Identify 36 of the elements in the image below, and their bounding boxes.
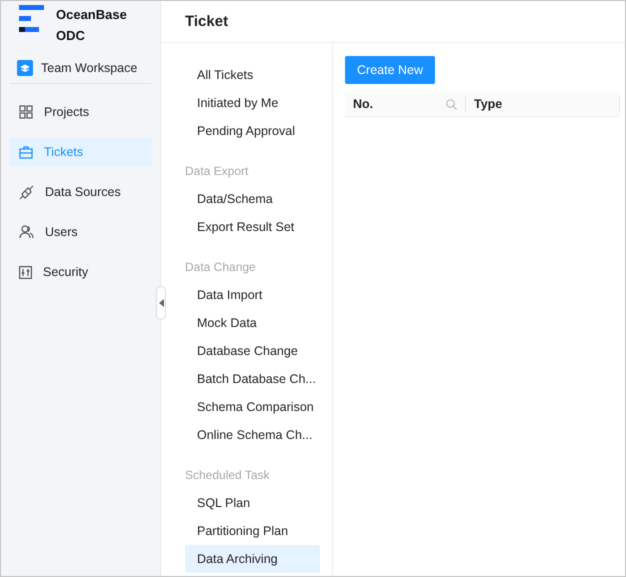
menu-item[interactable]: Partitioning Plan bbox=[185, 517, 320, 545]
product-name: OceanBase bbox=[56, 7, 127, 22]
menu-item[interactable]: Pending Approval bbox=[185, 117, 320, 145]
nav-item[interactable]: Data Sources bbox=[10, 178, 152, 206]
menu-item[interactable]: Online Schema Ch... bbox=[185, 421, 320, 449]
group-heading: Data Change bbox=[185, 260, 256, 274]
group-heading: Data Export bbox=[185, 164, 248, 178]
menu-item[interactable]: All Tickets bbox=[185, 61, 320, 89]
menu-item[interactable]: Batch Database Ch... bbox=[185, 365, 320, 393]
menu-item[interactable]: Mock Data bbox=[185, 309, 320, 337]
menu-item[interactable]: Data/Schema bbox=[185, 185, 320, 213]
group-heading: Scheduled Task bbox=[185, 468, 270, 482]
menu-item[interactable]: Database Change bbox=[185, 337, 320, 365]
menu-item[interactable]: Data Archiving bbox=[185, 545, 320, 573]
page-title: Ticket bbox=[185, 13, 228, 30]
users-icon bbox=[19, 225, 34, 239]
menu-item[interactable]: SQL Plan bbox=[185, 489, 320, 517]
menu-item[interactable]: Schema Comparison bbox=[185, 393, 320, 421]
plug-icon bbox=[19, 184, 34, 200]
grid-icon bbox=[19, 105, 33, 119]
nav-item[interactable]: Security bbox=[10, 258, 152, 286]
logo-icon bbox=[19, 5, 44, 33]
menu-item[interactable]: Initiated by Me bbox=[185, 89, 320, 117]
menu-item[interactable]: Data Import bbox=[185, 281, 320, 309]
column-header: Type bbox=[474, 97, 502, 111]
nav-item[interactable]: Projects bbox=[10, 98, 152, 126]
sliders-icon bbox=[19, 266, 32, 278]
collapse-button[interactable] bbox=[156, 286, 166, 320]
collapse-icon bbox=[158, 299, 164, 307]
briefcase-icon bbox=[19, 146, 33, 158]
nav-item[interactable]: Users bbox=[10, 218, 152, 246]
workspace-name[interactable]: Team Workspace bbox=[41, 61, 138, 75]
workspace-icon bbox=[17, 60, 33, 76]
menu-item[interactable]: Export Result Set bbox=[185, 213, 320, 241]
product-name: ODC bbox=[56, 28, 86, 43]
column-header: No. bbox=[353, 97, 374, 111]
